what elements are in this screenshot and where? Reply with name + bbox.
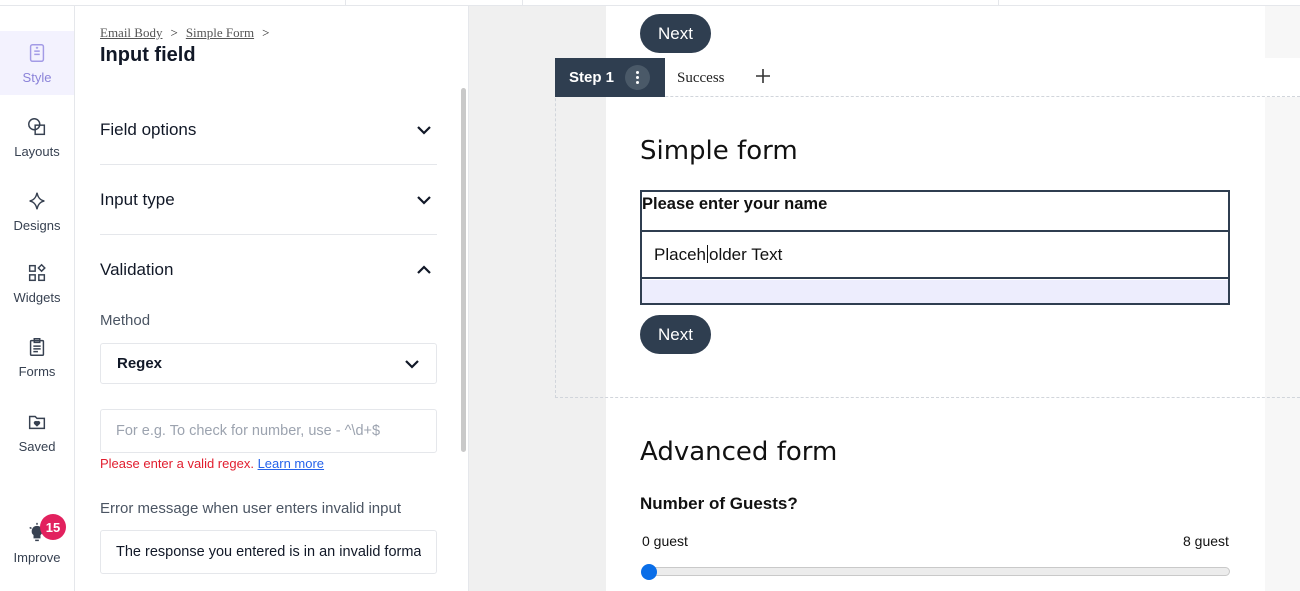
accordion-label: Field options <box>100 119 197 139</box>
guests-slider-track[interactable] <box>648 567 1230 576</box>
learn-more-link[interactable]: Learn more <box>258 456 324 471</box>
accordion-validation[interactable]: Validation <box>100 235 437 305</box>
accordion-input-type[interactable]: Input type <box>100 165 437 235</box>
regex-error: Please enter a valid regex. Learn more <box>100 456 325 471</box>
guests-slider-thumb[interactable] <box>641 564 657 580</box>
method-select[interactable]: Regex <box>100 343 437 384</box>
style-icon <box>29 43 45 62</box>
layouts-icon <box>28 117 46 135</box>
rail-label: Style <box>22 69 52 85</box>
range-max-label: 8 guest <box>1183 533 1229 549</box>
email-canvas: Next Step 1 Success Simple form Please e… <box>469 6 1300 591</box>
settings-panel: Email Body > Simple Form > Input field Fiel… <box>75 6 469 591</box>
panel-scrollbar[interactable] <box>461 88 466 452</box>
text-caret <box>706 245 708 263</box>
rail-label: Improve <box>13 549 61 565</box>
method-label: Method <box>100 312 151 329</box>
error-message-label: Error message when user enters invalid i… <box>100 500 401 517</box>
chevron-up-icon <box>417 265 431 274</box>
simple-form-title: Simple form <box>640 136 798 166</box>
rail-label: Saved <box>18 438 56 454</box>
rail-item-layouts[interactable]: Layouts <box>0 105 74 169</box>
next-button-top[interactable]: Next <box>640 14 711 53</box>
tab-step-1[interactable]: Step 1 <box>555 58 665 97</box>
error-message-input[interactable] <box>100 530 437 574</box>
accordion-label: Input type <box>100 189 175 209</box>
guests-question: Number of Guests? <box>640 494 798 513</box>
name-field-label: Please enter your name <box>642 195 828 213</box>
accordion-field-options[interactable]: Field options <box>100 95 437 165</box>
rail-label: Forms <box>18 363 56 379</box>
field-selection-area <box>642 280 1228 303</box>
rail-item-style[interactable]: Style <box>0 31 74 95</box>
rail-item-widgets[interactable]: Widgets <box>0 251 74 315</box>
rail-label: Designs <box>13 217 61 233</box>
forms-icon <box>29 337 45 356</box>
range-min-label: 0 guest <box>642 533 688 549</box>
next-button[interactable]: Next <box>640 315 711 354</box>
rail-item-forms[interactable]: Forms <box>0 325 74 389</box>
widgets-icon <box>28 263 46 281</box>
chevron-down-icon <box>417 125 431 135</box>
regex-input[interactable] <box>100 409 437 453</box>
saved-icon <box>28 415 46 429</box>
method-select-value: Regex <box>117 355 163 372</box>
chevron-down-icon <box>417 195 431 205</box>
icon-rail: Style Layouts Designs Widgets Forms Save… <box>0 6 75 591</box>
step-tabs: Step 1 Success <box>555 58 1300 97</box>
rail-item-saved[interactable]: Saved <box>0 400 74 464</box>
tab-success[interactable]: Success <box>677 58 725 97</box>
selected-input-field[interactable]: Please enter your name Placeh older Text <box>640 190 1230 305</box>
accordion-label: Validation <box>100 260 174 279</box>
designs-icon <box>29 192 45 209</box>
chevron-down-icon <box>405 359 419 369</box>
breadcrumb-link-email-body[interactable]: Email Body <box>100 25 162 40</box>
rail-label: Widgets <box>13 289 61 305</box>
plus-icon <box>756 69 770 83</box>
breadcrumb: Email Body > Simple Form > <box>100 25 270 40</box>
notification-badge: 15 <box>40 514 66 540</box>
breadcrumb-link-simple-form[interactable]: Simple Form <box>186 25 254 40</box>
advanced-form-title: Advanced form <box>640 437 838 467</box>
rail-label: Layouts <box>14 143 60 159</box>
more-options-icon[interactable] <box>625 65 650 90</box>
add-step-button[interactable] <box>751 64 775 88</box>
name-input[interactable]: Placeh older Text <box>642 230 1228 279</box>
rail-item-designs[interactable]: Designs <box>0 179 74 243</box>
panel-title: Input field <box>100 44 196 66</box>
